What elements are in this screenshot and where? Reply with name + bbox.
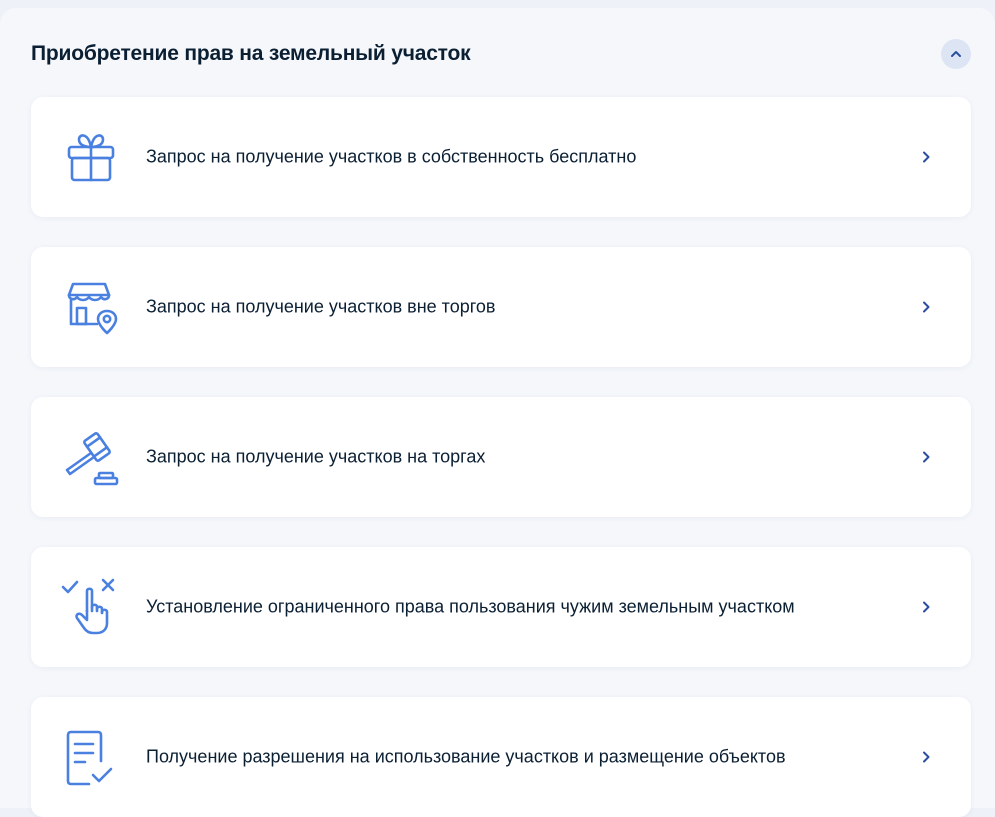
chevron-up-icon [951,51,961,57]
service-card-label: Получение разрешения на использование уч… [146,746,786,767]
service-card-label: Запрос на получение участков на торгах [146,446,486,467]
service-card-label: Запрос на получение участков в собственн… [146,146,637,167]
hand-choice-icon [59,575,123,639]
document-check-icon [59,725,123,789]
building-location-icon [59,275,123,339]
section-title: Приобретение прав на земельный участок [31,42,471,65]
chevron-right-icon [919,300,933,314]
chevron-right-icon [919,750,933,764]
service-card-auction[interactable]: Запрос на получение участков на торгах [31,397,971,517]
collapse-button[interactable] [941,39,971,69]
chevron-right-icon [919,150,933,164]
service-card-label: Установление ограниченного права пользов… [146,596,795,617]
service-card-non-auction[interactable]: Запрос на получение участков вне торгов [31,247,971,367]
section-panel: Приобретение прав на земельный участок З… [0,8,995,817]
service-card-easement[interactable]: Установление ограниченного права пользов… [31,547,971,667]
gavel-icon [59,425,123,489]
chevron-right-icon [919,450,933,464]
service-card-usage-permit[interactable]: Получение разрешения на использование уч… [31,697,971,817]
section-header: Приобретение прав на земельный участок [31,38,971,70]
service-card-free-ownership[interactable]: Запрос на получение участков в собственн… [31,97,971,217]
service-card-label: Запрос на получение участков вне торгов [146,296,496,317]
chevron-right-icon [919,600,933,614]
gift-icon [59,125,123,189]
